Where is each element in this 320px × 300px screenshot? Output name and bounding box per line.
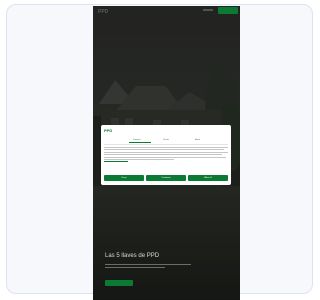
allow-all-button[interactable]: Allow all (188, 175, 228, 181)
header-link[interactable] (203, 9, 213, 11)
phone-screenshot: PPD PPD Consent Details About Deny Custo… (93, 6, 240, 300)
dialog-divider (104, 144, 228, 145)
tab-about[interactable]: About (195, 139, 200, 141)
tab-details[interactable]: Details (163, 139, 169, 141)
hero-cta-button[interactable] (105, 280, 133, 286)
active-tab-indicator (129, 142, 151, 143)
site-logo[interactable]: PPD (98, 9, 108, 15)
customize-button[interactable]: Customize (146, 175, 186, 181)
tab-consent[interactable]: Consent (133, 139, 140, 141)
deny-button[interactable]: Deny (104, 175, 144, 181)
cookie-consent-dialog: PPD Consent Details About Deny Customize… (101, 125, 231, 185)
dialog-logo: PPD (104, 128, 113, 133)
consent-link[interactable] (104, 161, 128, 163)
header-cta-button[interactable] (218, 7, 238, 14)
consent-text (104, 147, 228, 163)
dialog-button-row: Deny Customize Allow all (104, 175, 228, 181)
hero-title: Las 5 llaves de PPD (105, 253, 160, 259)
hero-subtitle (105, 264, 193, 270)
